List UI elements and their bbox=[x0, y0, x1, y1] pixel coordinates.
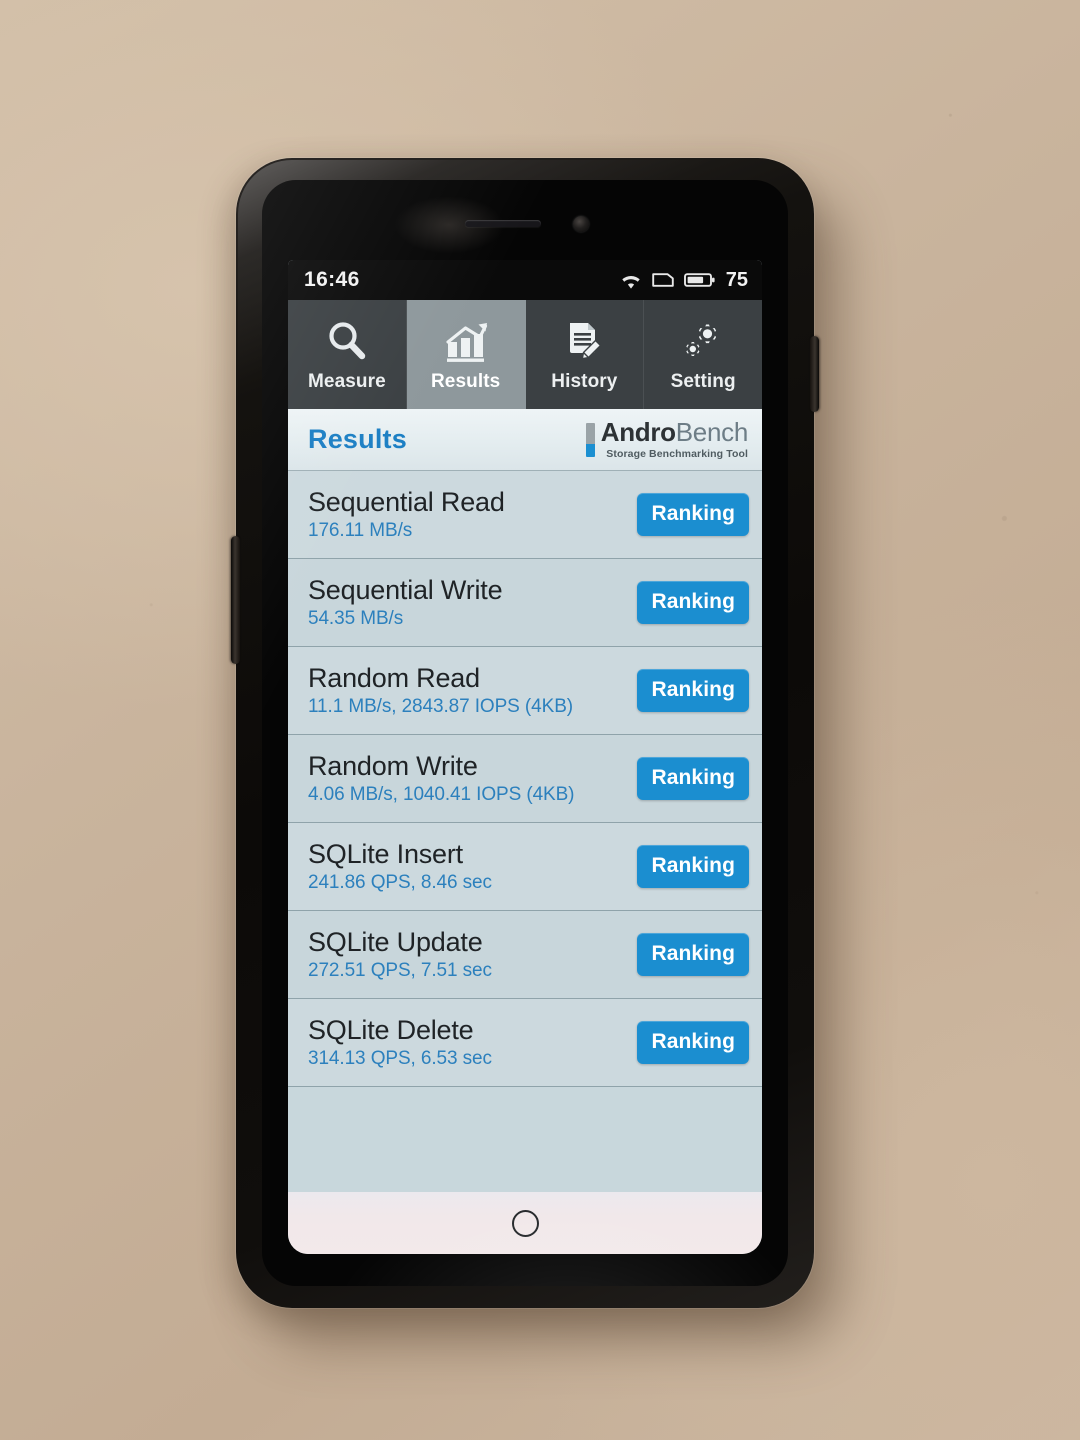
gears-icon bbox=[679, 316, 727, 364]
tab-setting[interactable]: Setting bbox=[644, 300, 762, 409]
volume-rocker-button[interactable] bbox=[231, 536, 240, 664]
tab-results[interactable]: Results bbox=[406, 300, 526, 409]
tab-setting-label: Setting bbox=[670, 371, 736, 392]
result-title: Sequential Write bbox=[308, 575, 503, 606]
result-title: SQLite Update bbox=[308, 927, 483, 958]
tab-measure[interactable]: Measure bbox=[288, 300, 407, 409]
app-header: Results AndroBench Storage Benchmarking … bbox=[288, 409, 762, 471]
logo-andro: Andro bbox=[600, 417, 676, 447]
result-text: SQLite Delete 314.13 QPS, 6.53 sec bbox=[308, 1016, 492, 1068]
logo-bench: Bench bbox=[675, 417, 749, 447]
result-value: 4.06 MB/s, 1040.41 IOPS (4KB) bbox=[308, 783, 575, 805]
power-button[interactable] bbox=[810, 336, 819, 412]
result-title: Sequential Read bbox=[308, 487, 505, 518]
smartphone-device: 16:46 75 Measure Results History Setting… bbox=[231, 158, 819, 1308]
wifi-icon bbox=[619, 271, 643, 290]
table-row[interactable]: Sequential Read 176.11 MB/s Ranking bbox=[288, 471, 762, 559]
tab-history-label: History bbox=[551, 371, 618, 392]
table-row[interactable]: SQLite Insert 241.86 QPS, 8.46 sec Ranki… bbox=[288, 823, 762, 911]
result-text: Sequential Read 176.11 MB/s bbox=[308, 488, 505, 540]
status-bar-clock: 16:46 bbox=[304, 268, 360, 291]
table-row[interactable]: Random Read 11.1 MB/s, 2843.87 IOPS (4KB… bbox=[288, 647, 762, 735]
table-row[interactable]: SQLite Delete 314.13 QPS, 6.53 sec Ranki… bbox=[288, 999, 762, 1087]
home-circle-button[interactable] bbox=[511, 1209, 539, 1237]
phone-screen-glass: 16:46 75 Measure Results History Setting… bbox=[262, 180, 788, 1286]
page-title: Results bbox=[308, 424, 407, 454]
document-pencil-icon bbox=[561, 316, 607, 364]
result-value: 54.35 MB/s bbox=[308, 607, 404, 629]
ranking-button[interactable]: Ranking bbox=[637, 493, 749, 536]
magnifier-icon bbox=[324, 316, 370, 364]
result-text: Sequential Write 54.35 MB/s bbox=[308, 575, 503, 629]
table-row[interactable]: Random Write 4.06 MB/s, 1040.41 IOPS (4K… bbox=[288, 735, 762, 823]
result-title: Random Write bbox=[308, 751, 478, 782]
sim-card-icon bbox=[652, 271, 675, 289]
result-text: Random Read 11.1 MB/s, 2843.87 IOPS (4KB… bbox=[308, 664, 573, 716]
result-title: SQLite Insert bbox=[308, 839, 463, 870]
android-nav-bar bbox=[288, 1192, 762, 1254]
androbench-logo: AndroBench Storage Benchmarking Tool bbox=[585, 417, 749, 460]
tab-bar: Measure Results History Setting bbox=[288, 300, 762, 409]
ranking-button[interactable]: Ranking bbox=[637, 845, 749, 888]
result-text: SQLite Update 272.51 QPS, 7.51 sec bbox=[308, 928, 492, 980]
battery-icon bbox=[683, 271, 715, 289]
earpiece-speaker bbox=[465, 220, 541, 227]
result-text: Random Write 4.06 MB/s, 1040.41 IOPS (4K… bbox=[308, 751, 575, 805]
result-title: SQLite Delete bbox=[308, 1015, 474, 1046]
ranking-button[interactable]: Ranking bbox=[637, 933, 749, 976]
ranking-button[interactable]: Ranking bbox=[637, 1021, 749, 1064]
tab-history[interactable]: History bbox=[525, 300, 645, 409]
logo-text: AndroBench Storage Benchmarking Tool bbox=[600, 417, 749, 460]
result-value: 176.11 MB/s bbox=[308, 519, 413, 541]
tab-results-label: Results bbox=[430, 371, 501, 392]
result-value: 314.13 QPS, 6.53 sec bbox=[308, 1047, 492, 1069]
table-row[interactable]: SQLite Update 272.51 QPS, 7.51 sec Ranki… bbox=[288, 911, 762, 999]
list-empty-area bbox=[288, 1087, 762, 1192]
result-value: 11.1 MB/s, 2843.87 IOPS (4KB) bbox=[308, 695, 573, 717]
ranking-button[interactable]: Ranking bbox=[637, 581, 749, 624]
front-camera-icon bbox=[573, 216, 589, 232]
status-bar-icons: 75 bbox=[619, 269, 748, 292]
logo-tagline: Storage Benchmarking Tool bbox=[606, 448, 748, 460]
result-title: Random Read bbox=[308, 663, 480, 694]
bar-chart-trend-icon bbox=[442, 316, 490, 364]
result-value: 241.86 QPS, 8.46 sec bbox=[308, 871, 492, 893]
app-display: 16:46 75 Measure Results History Setting… bbox=[288, 260, 762, 1254]
result-value: 272.51 QPS, 7.51 sec bbox=[308, 959, 492, 981]
table-row[interactable]: Sequential Write 54.35 MB/s Ranking bbox=[288, 559, 762, 647]
results-list: Sequential Read 176.11 MB/s Ranking Sequ… bbox=[288, 471, 762, 1192]
battery-percent-label: 75 bbox=[725, 268, 748, 291]
result-text: SQLite Insert 241.86 QPS, 8.46 sec bbox=[308, 840, 492, 892]
tab-measure-label: Measure bbox=[307, 371, 386, 392]
status-bar: 16:46 75 bbox=[288, 260, 762, 300]
logo-wordmark: AndroBench bbox=[600, 417, 749, 447]
logo-bar-icon bbox=[585, 422, 595, 457]
ranking-button[interactable]: Ranking bbox=[637, 757, 749, 800]
ranking-button[interactable]: Ranking bbox=[637, 669, 749, 712]
